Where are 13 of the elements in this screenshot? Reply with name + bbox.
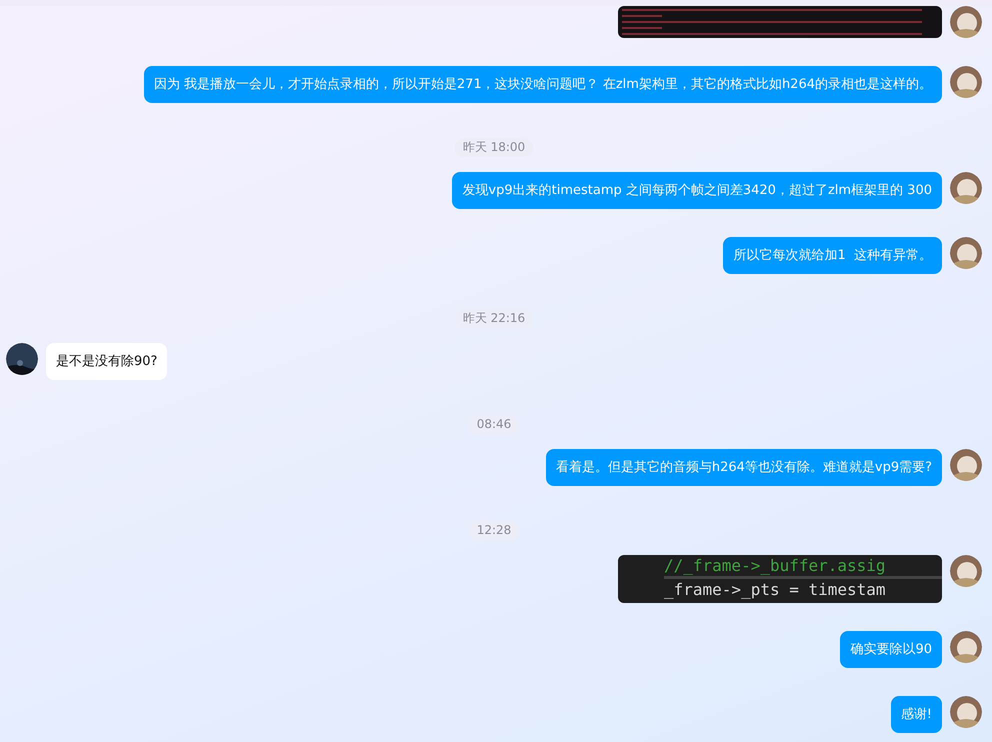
message-bubble: 看着是。但是其它的音频与h264等也没有除。难道就是vp9需要?: [546, 449, 942, 486]
timestamp: 昨天 22:16: [454, 309, 534, 328]
timestamp: 昨天 18:00: [454, 138, 534, 157]
message-bubble: 感谢!: [890, 696, 942, 733]
timestamp: 08:46: [468, 415, 520, 434]
timestamp: 12:28: [468, 521, 520, 540]
message-bubble: 因为 我是播放一会儿，才开始点录相的，所以开始是271，这块没啥问题吧？ 在zlm架构里，其它的格式比如h264的录相也是这样的。: [144, 66, 942, 103]
avatar[interactable]: [6, 343, 38, 375]
message-bubble: 发现vp9出来的timestamp 之间每两个帧之间差3420，超过了zlm框架里的 300: [452, 172, 942, 209]
message-bubble: 是不是没有除90?: [46, 343, 168, 380]
message-bubble: 确实要除以90: [840, 631, 942, 668]
code-screenshot[interactable]: //_frame->_buffer.assig _frame->_pts = timestam: [618, 555, 942, 603]
message-bubble: 所以它每次就给加1 这种有异常。: [723, 237, 942, 274]
